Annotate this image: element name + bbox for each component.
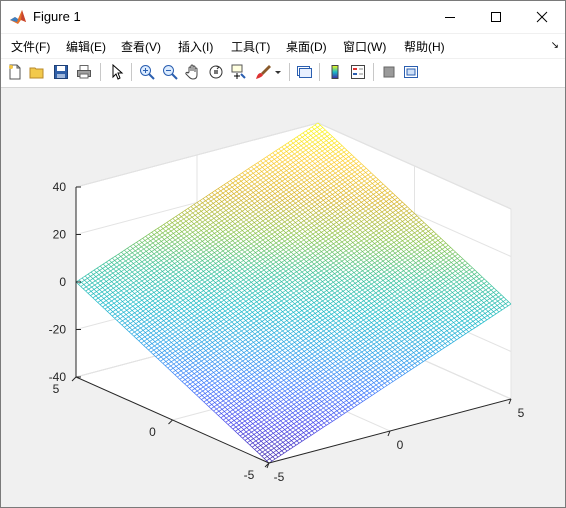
menu-file[interactable]: 文件(F) xyxy=(11,38,50,55)
zoom-in-button[interactable] xyxy=(137,62,157,82)
matlab-logo-icon xyxy=(10,10,26,24)
open-file-icon xyxy=(29,67,44,79)
legend-icon xyxy=(351,65,365,79)
brush-icon xyxy=(256,65,271,79)
toolbar-separator xyxy=(289,63,290,81)
maximize-button[interactable] xyxy=(473,1,519,33)
pan-icon xyxy=(185,64,198,80)
legend-button[interactable] xyxy=(348,62,368,82)
menu-tools[interactable]: 工具(T) xyxy=(231,38,270,55)
pointer-button[interactable] xyxy=(107,62,127,82)
link-plot-button[interactable] xyxy=(294,62,314,82)
menu-window[interactable]: 窗口(W) xyxy=(343,38,386,55)
menu-insert[interactable]: 插入(I) xyxy=(178,38,213,55)
title-bar[interactable]: Figure 1 xyxy=(1,1,565,33)
rotate-3d-icon xyxy=(209,65,223,79)
menu-desktop[interactable]: 桌面(D) xyxy=(286,38,327,55)
brush-dropdown-icon xyxy=(275,71,281,74)
menu-edit[interactable]: 编辑(E) xyxy=(66,38,106,55)
close-button[interactable] xyxy=(519,1,565,33)
zoom-in-icon xyxy=(140,65,155,80)
zoom-out-icon xyxy=(163,65,178,80)
toolbar-separator xyxy=(319,63,320,81)
maximize-icon xyxy=(491,12,501,22)
show-plot-tools-button[interactable] xyxy=(401,62,421,82)
hide-plot-tools-icon xyxy=(383,66,395,78)
menu-bar: 文件(F) 编辑(E) 查看(V) 插入(I) 工具(T) 桌面(D) 窗口(W… xyxy=(1,34,565,58)
toolbar-separator xyxy=(100,63,101,81)
zoom-out-button[interactable] xyxy=(160,62,180,82)
surface-plot[interactable]: -505-505-40-2002040 xyxy=(1,88,565,507)
open-file-button[interactable] xyxy=(27,62,47,82)
new-figure-button[interactable] xyxy=(5,62,25,82)
data-cursor-icon xyxy=(231,64,246,79)
data-cursor-button[interactable] xyxy=(229,62,249,82)
colorbar-icon xyxy=(331,65,339,79)
rotate-3d-button[interactable] xyxy=(206,62,226,82)
pointer-icon xyxy=(112,64,124,80)
print-icon xyxy=(77,65,91,79)
print-button[interactable] xyxy=(74,62,94,82)
toolbar-separator xyxy=(373,63,374,81)
menu-help[interactable]: 帮助(H) xyxy=(404,38,445,55)
brush-button[interactable] xyxy=(253,62,273,82)
hide-plot-tools-button[interactable] xyxy=(379,62,399,82)
close-icon xyxy=(536,11,548,23)
save-icon xyxy=(54,65,68,79)
show-plot-tools-icon xyxy=(404,66,418,78)
minimize-button[interactable] xyxy=(427,1,473,33)
colorbar-button[interactable] xyxy=(325,62,345,82)
toolbar-separator xyxy=(131,63,132,81)
pan-button[interactable] xyxy=(183,62,203,82)
figure-window: Figure 1 文件(F) 编辑(E) 查看(V) 插入(I) 工具(T) 桌… xyxy=(0,0,566,508)
link-plot-icon xyxy=(297,66,312,78)
window-title: Figure 1 xyxy=(33,9,81,24)
figure-canvas[interactable]: -5 0 5 -5 0 5 -40 -20 0 20 40 xyxy=(1,88,565,507)
figure-toolbar xyxy=(1,59,565,88)
brush-dropdown-button[interactable] xyxy=(273,62,283,82)
menu-view[interactable]: 查看(V) xyxy=(121,38,161,55)
menu-dock-arrow-icon[interactable]: ↘ xyxy=(551,40,559,51)
minimize-icon xyxy=(445,17,455,18)
save-button[interactable] xyxy=(51,62,71,82)
new-figure-icon xyxy=(9,64,21,80)
